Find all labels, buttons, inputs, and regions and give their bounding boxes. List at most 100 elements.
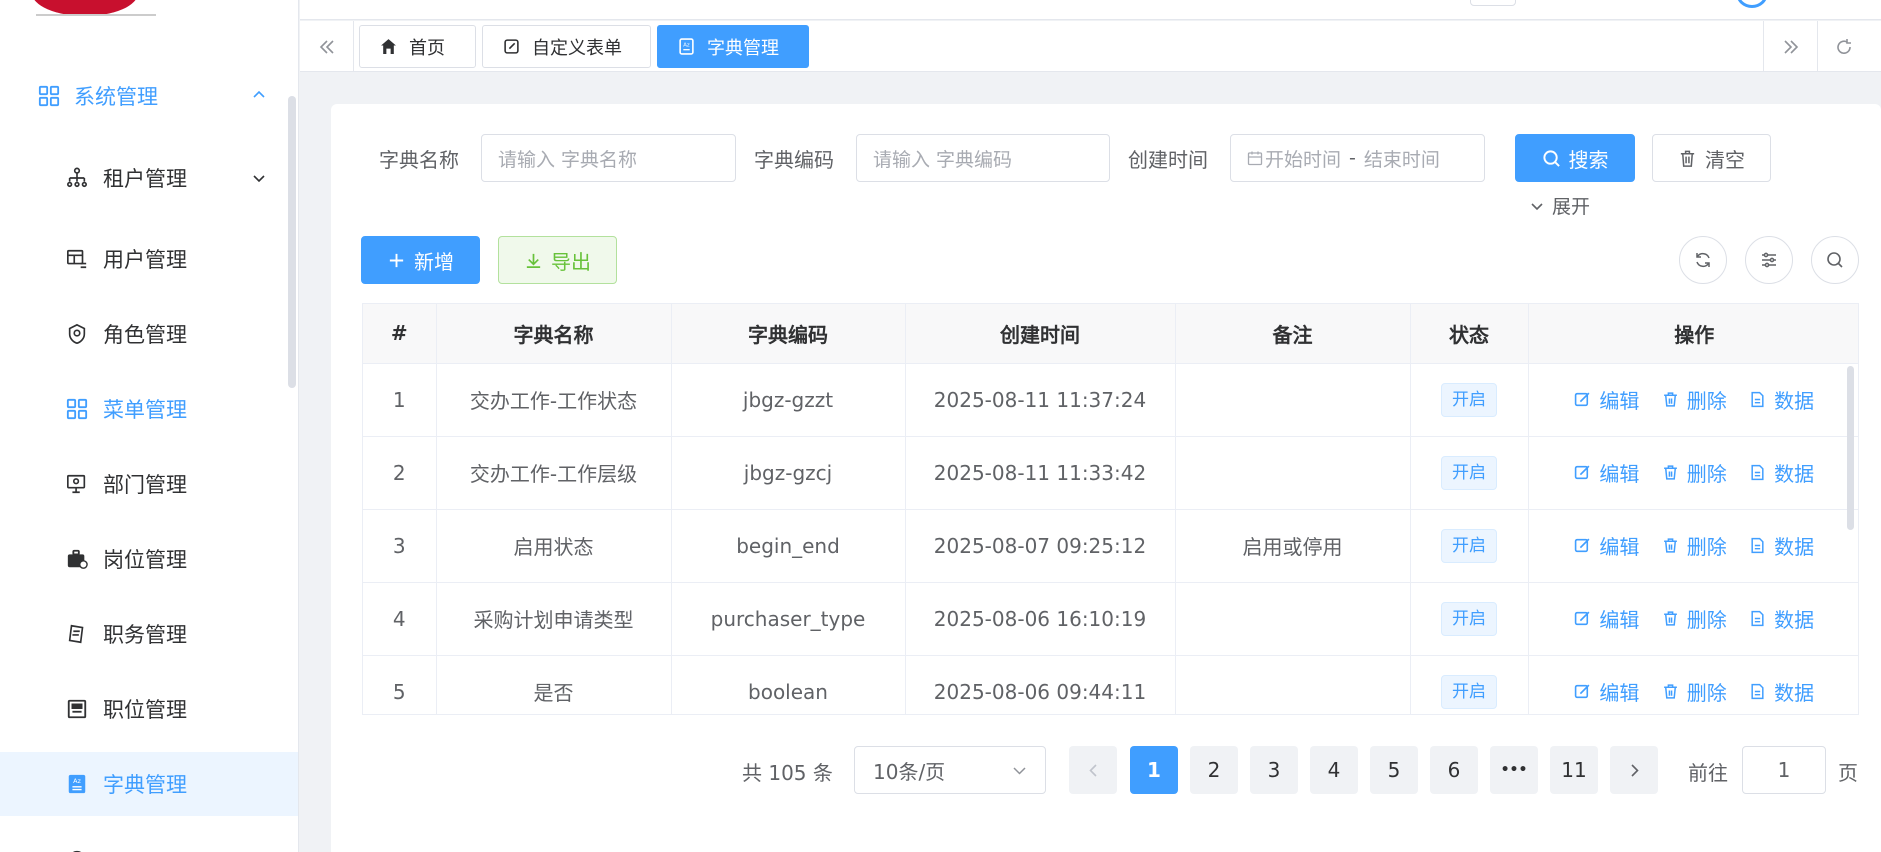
data-button[interactable]: 数据 xyxy=(1749,677,1814,706)
tabs-scroll-left-button[interactable] xyxy=(300,21,354,72)
table-row: 2 交办工作-工作层级 jbgz-gzcj 2025-08-11 11:33:4… xyxy=(363,436,1858,510)
edit-button[interactable]: 编辑 xyxy=(1574,604,1639,633)
actions-cell: 编辑 删除 数据 xyxy=(1528,509,1858,583)
row-index: 3 xyxy=(363,509,437,583)
column-header[interactable]: 状态 xyxy=(1410,304,1529,364)
sidebar-item-positions[interactable]: 职位管理 xyxy=(0,677,298,741)
search-button[interactable]: 搜索 xyxy=(1515,134,1635,182)
page-ellipsis-button[interactable]: ••• xyxy=(1490,746,1538,794)
status-cell: 开启 xyxy=(1410,363,1529,437)
page-button-4[interactable]: 4 xyxy=(1310,746,1358,794)
tab-custom-form[interactable]: 自定义表单 xyxy=(482,25,651,68)
edit-button[interactable]: 编辑 xyxy=(1574,677,1639,706)
sidebar-item-menus[interactable]: 菜单管理 xyxy=(0,377,298,441)
export-button[interactable]: 导出 xyxy=(498,236,617,284)
toggle-search-button[interactable] xyxy=(1811,236,1859,284)
download-icon xyxy=(526,253,541,268)
data-button[interactable]: 数据 xyxy=(1749,604,1814,633)
data-label: 数据 xyxy=(1774,608,1815,632)
menu-icon xyxy=(72,850,82,852)
page-button-3[interactable]: 3 xyxy=(1250,746,1298,794)
sidebar-item-roles[interactable]: 角色管理 xyxy=(0,302,298,366)
status-cell: 开启 xyxy=(1410,436,1529,510)
sidebar-scrollbar[interactable] xyxy=(288,96,296,388)
dictionary-icon: Az xyxy=(679,38,694,55)
sidebar-item-dictionary[interactable]: Az 字典管理 xyxy=(0,752,298,816)
delete-button[interactable]: 删除 xyxy=(1662,385,1727,414)
data-button[interactable]: 数据 xyxy=(1749,458,1814,487)
column-header[interactable]: 操作 xyxy=(1528,304,1858,364)
sidebar-item-label: 菜单管理 xyxy=(103,398,187,422)
data-button[interactable]: 数据 xyxy=(1749,385,1814,414)
top-header xyxy=(300,0,1881,20)
column-settings-button[interactable] xyxy=(1745,236,1793,284)
clear-button[interactable]: 清空 xyxy=(1652,134,1771,182)
sidebar-item-partial[interactable] xyxy=(0,827,298,852)
page-size-select[interactable]: 10条/页 xyxy=(854,746,1046,794)
page-button-2[interactable]: 2 xyxy=(1190,746,1238,794)
table-row: 1 交办工作-工作状态 jbgz-gzzt 2025-08-11 11:37:2… xyxy=(363,363,1858,437)
sidebar-item-duties[interactable]: 职务管理 xyxy=(0,602,298,666)
grid-icon xyxy=(66,398,88,420)
sidebar: 系统管理 租户管理 用户管理 角色管理 菜单管理 部门管理 岗位管理 职务管理 … xyxy=(0,0,299,852)
sidebar-item-posts[interactable]: 岗位管理 xyxy=(0,527,298,591)
date-range-input[interactable]: 开始时间 - 结束时间 xyxy=(1230,134,1485,182)
data-button[interactable]: 数据 xyxy=(1749,531,1814,560)
dict-code-input[interactable]: 请输入 字典编码 xyxy=(856,134,1110,182)
table-header-row: # 字典名称 字典编码 创建时间 备注 状态 操作 xyxy=(363,304,1858,364)
delete-button[interactable]: 删除 xyxy=(1662,604,1727,633)
sidebar-group-system[interactable]: 系统管理 xyxy=(0,72,298,120)
data-label: 数据 xyxy=(1774,462,1815,486)
page-button-1[interactable]: 1 xyxy=(1130,746,1178,794)
tab-label: 字典管理 xyxy=(707,37,779,59)
edit-button[interactable]: 编辑 xyxy=(1574,385,1639,414)
tab-label: 自定义表单 xyxy=(532,37,622,59)
header-control[interactable] xyxy=(1470,0,1516,6)
edit-button[interactable]: 编辑 xyxy=(1574,531,1639,560)
expand-toggle[interactable]: 展开 xyxy=(1530,192,1590,219)
refresh-tab-button[interactable] xyxy=(1817,21,1869,72)
double-chevron-right-icon xyxy=(1783,39,1798,54)
column-header[interactable]: 备注 xyxy=(1175,304,1411,364)
actions-cell: 编辑 删除 数据 xyxy=(1528,363,1858,437)
page-button-11[interactable]: 11 xyxy=(1550,746,1598,794)
delete-button[interactable]: 删除 xyxy=(1662,458,1727,487)
page-button-5[interactable]: 5 xyxy=(1370,746,1418,794)
goto-prefix: 前往 xyxy=(1688,761,1728,785)
edit-button[interactable]: 编辑 xyxy=(1574,458,1639,487)
goto-page-input[interactable]: 1 xyxy=(1742,746,1826,794)
sidebar-item-tenant[interactable]: 租户管理 xyxy=(0,146,298,210)
prev-page-button[interactable] xyxy=(1069,746,1117,794)
actions-cell: 编辑 删除 数据 xyxy=(1528,655,1858,714)
dict-name-placeholder: 请输入 字典名称 xyxy=(498,148,638,171)
column-header[interactable]: 字典名称 xyxy=(436,304,672,364)
refresh-button[interactable] xyxy=(1679,236,1727,284)
sliders-icon xyxy=(1762,252,1776,268)
delete-button[interactable]: 删除 xyxy=(1662,677,1727,706)
status-badge: 开启 xyxy=(1441,528,1497,563)
delete-label: 删除 xyxy=(1686,462,1727,486)
sidebar-item-departments[interactable]: 部门管理 xyxy=(0,452,298,516)
column-header[interactable]: 创建时间 xyxy=(905,304,1176,364)
sidebar-item-label: 部门管理 xyxy=(103,473,187,497)
data-label: 数据 xyxy=(1774,681,1815,705)
dict-code-placeholder: 请输入 字典编码 xyxy=(873,148,1013,171)
dictionary-table: # 字典名称 字典编码 创建时间 备注 状态 操作 1 交办工作-工作状态 jb… xyxy=(362,303,1859,715)
sidebar-item-users[interactable]: 用户管理 xyxy=(0,227,298,291)
edit-icon xyxy=(1575,684,1590,699)
table-scrollbar[interactable] xyxy=(1847,366,1854,530)
add-button[interactable]: 新增 xyxy=(361,236,480,284)
delete-button[interactable]: 删除 xyxy=(1662,531,1727,560)
column-header[interactable]: # xyxy=(363,304,437,364)
tabs-scroll-right-button[interactable] xyxy=(1763,21,1817,72)
data-label: 数据 xyxy=(1774,389,1815,413)
next-page-button[interactable] xyxy=(1610,746,1658,794)
sidebar-item-label: 职务管理 xyxy=(103,623,187,647)
dict-name-input[interactable]: 请输入 字典名称 xyxy=(481,134,736,182)
page-button-6[interactable]: 6 xyxy=(1430,746,1478,794)
tab-home[interactable]: 首页 xyxy=(359,25,476,68)
tab-dictionary[interactable]: Az 字典管理 xyxy=(657,25,809,68)
status-badge: 开启 xyxy=(1441,674,1497,709)
avatar[interactable] xyxy=(1736,0,1768,8)
column-header[interactable]: 字典编码 xyxy=(671,304,906,364)
